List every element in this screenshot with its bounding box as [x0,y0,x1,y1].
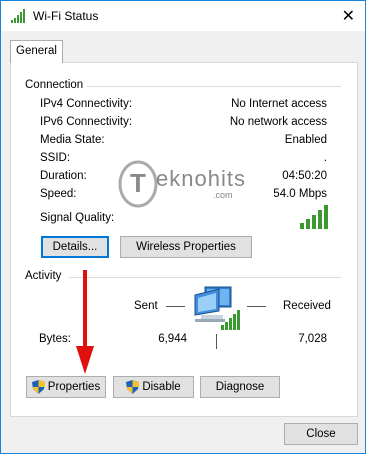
close-icon[interactable]: ✕ [342,6,355,26]
uac-shield-icon [31,380,45,394]
activity-heading: Activity [25,270,62,282]
speed-value: 54.0 Mbps [273,188,327,200]
duration-value: 04:50:20 [282,170,327,182]
properties-button[interactable]: Properties [26,376,106,398]
activity-divider [69,277,341,278]
properties-label: Properties [47,381,101,393]
ipv6-label: IPv6 Connectivity: [40,116,133,128]
details-button[interactable]: Details... [41,236,109,258]
sent-line [166,306,185,307]
ssid-label: SSID: [40,152,71,164]
ipv4-label: IPv4 Connectivity: [40,98,133,110]
bytes-sent-value: 6,944 [158,333,187,345]
ssid-value: . [323,152,327,164]
disable-label: Disable [142,381,181,393]
ipv6-value: No network access [229,116,327,128]
media-state-label: Media State: [40,134,105,146]
wifi-status-dialog: Wi-Fi Status ✕ General Connection IPv4 C… [0,0,366,454]
diagnose-button[interactable]: Diagnose [200,376,280,398]
wireless-properties-button[interactable]: Wireless Properties [120,236,252,258]
duration-label: Duration: [40,170,87,182]
disable-button[interactable]: Disable [113,376,194,398]
window-title: Wi-Fi Status [33,9,99,23]
speed-label: Speed: [40,188,77,200]
signal-quality-bars [300,205,328,229]
signal-quality-label: Signal Quality: [40,212,115,224]
received-line [247,306,266,307]
connection-divider [87,86,341,87]
bytes-divider [216,334,217,349]
close-button[interactable]: Close [284,423,358,445]
title-bar[interactable]: Wi-Fi Status ✕ [1,1,365,31]
received-label: Received [283,300,331,312]
media-state-value: Enabled [284,134,327,146]
bytes-label: Bytes: [39,333,71,345]
bytes-received-value: 7,028 [298,333,327,345]
uac-shield-icon [126,380,140,394]
connection-heading: Connection [25,79,84,91]
network-computer-icon [194,286,240,330]
wifi-signal-icon [11,9,25,23]
sent-label: Sent [134,300,158,312]
tab-general[interactable]: General [10,40,63,63]
ipv4-value: No Internet access [231,98,327,110]
